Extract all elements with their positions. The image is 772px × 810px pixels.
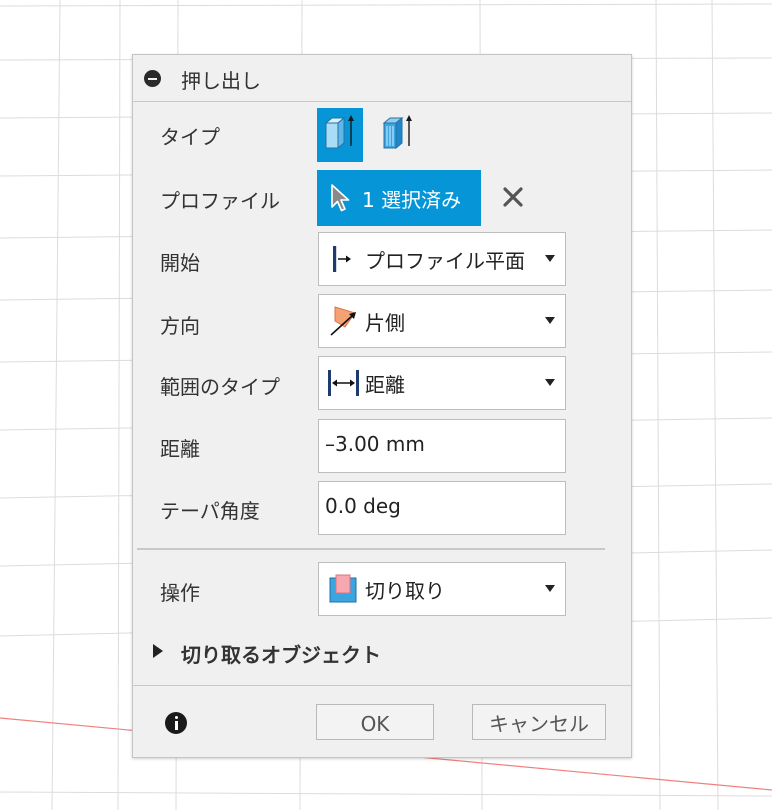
type-label: タイプ (160, 125, 220, 149)
distance-label: 距離 (160, 437, 200, 461)
taper-angle-input[interactable] (325, 494, 555, 518)
direction-value: 片側 (365, 311, 405, 335)
objects-to-cut-label: 切り取るオブジェクト (181, 643, 381, 667)
distance-extent-icon (328, 370, 359, 396)
info-icon[interactable] (165, 712, 187, 734)
profile-label: プロファイル (160, 189, 280, 213)
chevron-down-icon (545, 585, 555, 592)
dialog-titlebar: 押し出し (133, 55, 631, 102)
expand-triangle-icon (153, 644, 163, 658)
clear-selection-button[interactable] (497, 181, 529, 213)
dialog-title: 押し出し (181, 69, 261, 93)
profile-plane-start-icon (333, 246, 351, 272)
profile-select-button[interactable]: 1 選択済み (317, 170, 481, 226)
extent-type-label: 範囲のタイプ (160, 375, 280, 399)
thin-extrude-icon (382, 115, 412, 150)
distance-input-field[interactable] (318, 419, 566, 473)
section-divider (137, 548, 605, 550)
start-value: プロファイル平面 (365, 249, 525, 273)
dialog-footer: OK キャンセル (133, 685, 631, 758)
close-x-icon (503, 187, 523, 207)
type-solid-button[interactable] (317, 108, 363, 162)
select-cursor-icon (331, 184, 350, 212)
extent-type-dropdown[interactable]: 距離 (318, 356, 566, 410)
objects-to-cut-expander[interactable]: 切り取るオブジェクト (151, 639, 451, 667)
start-label: 開始 (160, 251, 200, 275)
operation-value: 切り取り (365, 579, 445, 603)
ok-button[interactable]: OK (316, 704, 434, 740)
chevron-down-icon (545, 317, 555, 324)
taper-angle-label: テーパ角度 (160, 499, 260, 523)
operation-label: 操作 (160, 581, 200, 605)
cancel-button[interactable]: キャンセル (472, 704, 606, 740)
one-side-direction-icon (330, 306, 356, 336)
direction-label: 方向 (160, 314, 200, 338)
solid-extrude-icon (324, 115, 354, 150)
extent-type-value: 距離 (365, 373, 405, 397)
type-thin-button[interactable] (375, 108, 421, 162)
chevron-down-icon (545, 255, 555, 262)
extrude-dialog: 押し出し タイプ プロファイル 1 選択済み 開始 プロファイル平面 方向 片側… (132, 54, 632, 758)
profile-selection-text: 1 選択済み (362, 188, 462, 212)
direction-dropdown[interactable]: 片側 (318, 294, 566, 348)
start-dropdown[interactable]: プロファイル平面 (318, 232, 566, 286)
chevron-down-icon (545, 379, 555, 386)
operation-dropdown[interactable]: 切り取り (318, 562, 566, 616)
distance-input[interactable] (325, 432, 555, 456)
cut-operation-icon (329, 574, 357, 603)
collapse-minus-icon[interactable] (144, 70, 161, 87)
taper-angle-input-field[interactable] (318, 481, 566, 535)
